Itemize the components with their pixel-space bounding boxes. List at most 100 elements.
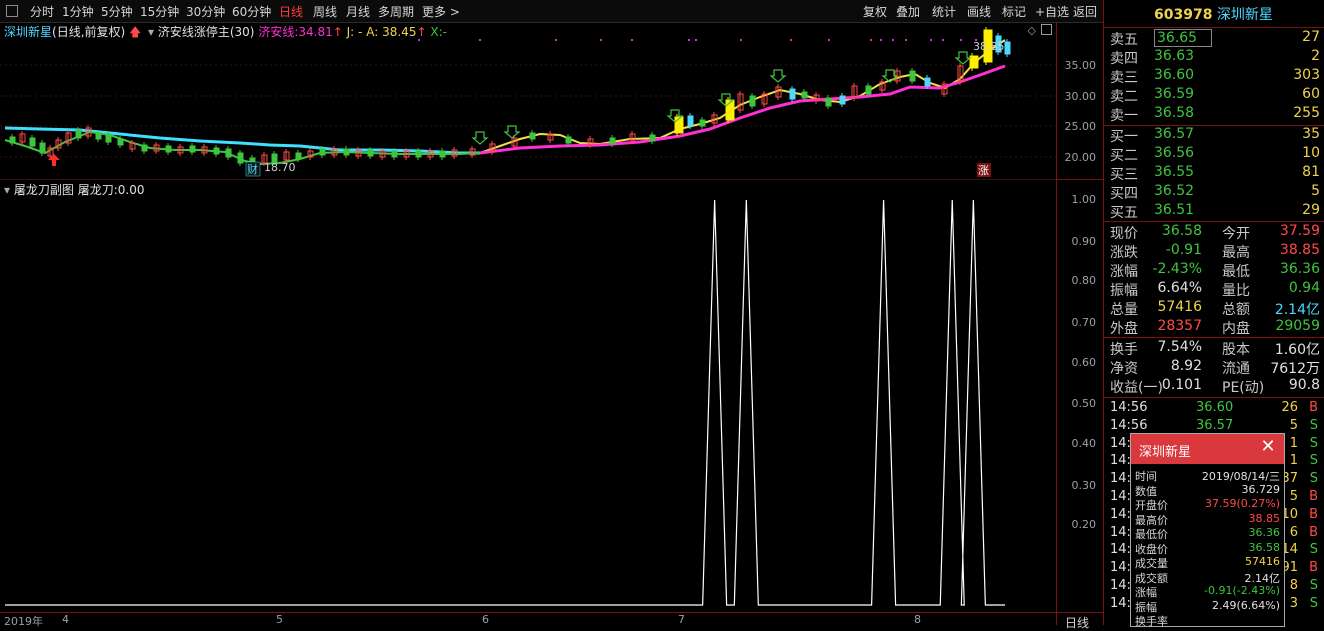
order-book-row: 卖五 36.65 27: [1110, 29, 1320, 48]
stat-label: 股本: [1222, 342, 1250, 358]
stat-label: 量比: [1222, 283, 1250, 299]
candle: [189, 145, 196, 153]
signal-dot: [555, 39, 557, 41]
period-tab-2[interactable]: 5分钟: [101, 3, 133, 20]
candle: [924, 77, 931, 87]
axis-tick: 35.00: [1064, 59, 1097, 72]
period-tab-5[interactable]: 60分钟: [232, 3, 271, 20]
axis-tick: 25.00: [1064, 120, 1097, 133]
date-axis: 2019年 4 5 6 7 8: [0, 612, 1056, 628]
popup-row: 成交量 57416: [1131, 555, 1284, 570]
date-tick: 7: [678, 613, 685, 626]
candle: [225, 148, 232, 158]
tick-time: 14:56: [1110, 417, 1148, 433]
trade-tick-row: 14:56 36.60 26 B: [1110, 400, 1320, 418]
order-label: 买二: [1110, 148, 1138, 164]
popup-row: 换手率: [1131, 613, 1284, 628]
signal-dot: [790, 39, 792, 41]
order-label: 买四: [1110, 186, 1138, 202]
toolbar-action-0[interactable]: 复权: [863, 3, 887, 20]
signal-dot: [942, 39, 944, 41]
order-volume: 27: [1302, 29, 1320, 45]
order-price: 36.56: [1154, 145, 1195, 161]
order-price[interactable]: 36.65: [1154, 29, 1213, 47]
candle: [909, 70, 916, 82]
popup-key: 换手率: [1135, 615, 1168, 628]
tick-side: B: [1309, 489, 1318, 504]
candle: [1004, 41, 1011, 55]
candle: [295, 152, 302, 160]
close-icon[interactable]: ✕: [1260, 438, 1276, 456]
popup-title-bar[interactable]: 深圳新星 ✕: [1131, 434, 1284, 464]
popup-value: 37.59(0.27%): [1204, 497, 1280, 510]
stat-value: 29059: [1275, 318, 1320, 334]
divider: [1104, 397, 1324, 398]
stat-row: 涨幅 -2.43% 最低 36.36: [1110, 261, 1320, 280]
candle: [415, 150, 422, 158]
period-tab-0[interactable]: 分时: [30, 3, 54, 20]
popup-value: 36.58: [1248, 540, 1281, 554]
period-tab-4[interactable]: 30分钟: [186, 3, 225, 20]
tick-time: 14:: [1110, 595, 1131, 611]
stat-label: 外盘: [1110, 321, 1138, 337]
popup-row: 成交额 2.14亿: [1131, 570, 1284, 585]
order-volume: 2: [1311, 48, 1320, 64]
candle: [439, 150, 446, 158]
period-label[interactable]: 日线: [1065, 614, 1089, 631]
period-tab-9[interactable]: 多周期: [378, 3, 414, 20]
tick-time: 14:: [1110, 506, 1131, 522]
stat-label: 收益(一): [1110, 380, 1163, 396]
candle: [801, 91, 808, 99]
tulongdao-chart: [5, 199, 1005, 606]
toolbar-action-5[interactable]: +自选: [1035, 3, 1069, 20]
tick-volume: 8: [1289, 578, 1298, 593]
stock-code: 603978: [1154, 7, 1213, 23]
tick-side: S: [1309, 453, 1318, 469]
tick-volume: 3: [1289, 595, 1298, 611]
stat-value: 0.101: [1161, 377, 1202, 393]
popup-row: 时间 2019/08/14/三: [1131, 468, 1284, 483]
signal-dot: [631, 39, 633, 41]
sub-axis-tick: 0.80: [1071, 274, 1097, 287]
toolbar-action-2[interactable]: 统计: [932, 3, 956, 20]
window-menu-icon[interactable]: [6, 5, 18, 17]
tulongdao-subchart-panel[interactable]: ▾ 屠龙刀副图 屠龙刀:0.00: [0, 180, 1056, 612]
stat-row: 换手 7.54% 股本 1.60亿: [1110, 339, 1320, 358]
stat-value: 7.54%: [1157, 339, 1202, 355]
toolbar-action-1[interactable]: 叠加: [896, 3, 920, 20]
period-tab-6[interactable]: 日线: [279, 3, 303, 20]
order-volume: 60: [1302, 86, 1320, 102]
sub-axis-tick: 0.20: [1071, 518, 1097, 531]
signal-dot: [870, 39, 872, 41]
popup-value: 36.36: [1248, 526, 1281, 539]
period-toolbar: 分时 1分钟 5分钟 15分钟 30分钟 60分钟 日线 周线 月线 多周期 更多 > 复权 叠加 统计画…: [0, 0, 1103, 23]
candle: [699, 119, 706, 127]
order-label: 买五: [1110, 205, 1138, 221]
period-tab-1[interactable]: 1分钟: [62, 3, 94, 20]
tick-side: S: [1309, 417, 1318, 433]
stat-row: 涨跌 -0.91 最高 38.85: [1110, 242, 1320, 261]
popup-row: 最高价 38.85: [1131, 512, 1284, 527]
order-label: 卖四: [1110, 51, 1138, 67]
stat-label: 总量: [1110, 302, 1138, 318]
toolbar-action-4[interactable]: 标记: [1002, 3, 1026, 20]
stat-value: 6.64%: [1157, 280, 1202, 296]
stat-row: 外盘 28357 内盘 29059: [1110, 318, 1320, 337]
popup-value: -0.91(-2.43%): [1204, 584, 1280, 597]
period-tab-10[interactable]: 更多 >: [422, 3, 460, 20]
period-tab-7[interactable]: 周线: [313, 3, 337, 20]
toolbar-action-3[interactable]: 画线: [967, 3, 991, 20]
popup-value: 36.729: [1241, 482, 1281, 496]
period-tab-8[interactable]: 月线: [346, 3, 370, 20]
stat-value: 37.59: [1279, 223, 1320, 239]
low-annotation: 18.70: [264, 161, 296, 174]
popup-title: 深圳新星: [1139, 445, 1192, 460]
toolbar-action-6[interactable]: 返回: [1073, 3, 1097, 20]
data-popup: 深圳新星 ✕ 时间 2019/08/14/三 数值 36.729 开盘价 37.59(0.…: [1130, 433, 1285, 628]
order-volume: 303: [1293, 67, 1320, 83]
period-tab-3[interactable]: 15分钟: [140, 3, 179, 20]
sub-axis-tick: 0.70: [1071, 316, 1097, 329]
order-book-row: 买一 36.57 35: [1110, 126, 1320, 145]
stat-value: 8.92: [1170, 358, 1202, 374]
kline-chart-panel[interactable]: 深圳新星(日线,前复权) 🡅 ▾ 济安线涨停主(30) 济安线:34.81↑ J…: [0, 22, 1056, 180]
